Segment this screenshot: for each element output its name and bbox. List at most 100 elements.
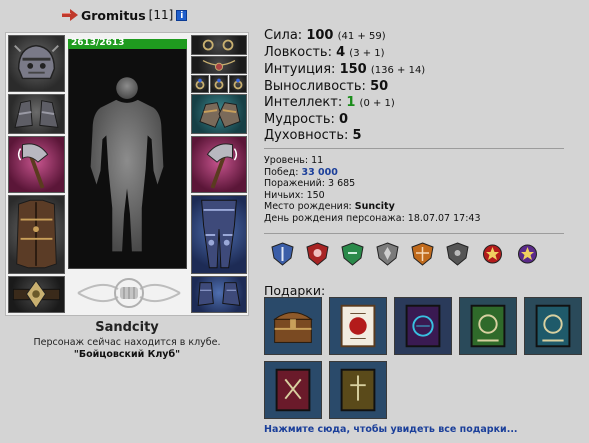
bracers-icon: [14, 100, 59, 128]
character-silhouette: [90, 77, 164, 252]
slot-boots[interactable]: [191, 276, 247, 313]
city-name: Sandcity: [95, 320, 159, 335]
stats-list: Сила: 100 (41 + 59) Ловкость: 4 (3 + 1) Ин…: [264, 28, 425, 144]
stat-value: 0: [339, 112, 349, 127]
slot-ring-1[interactable]: [191, 75, 209, 93]
info-wins-label: Побед:: [264, 166, 299, 178]
club-name: "Бойцовский Клуб": [73, 349, 181, 360]
shield-blue-icon[interactable]: [270, 242, 295, 266]
all-gifts-link[interactable]: Нажмите сюда, чтобы увидеть все подарки.…: [264, 424, 518, 435]
slot-armor[interactable]: [8, 195, 65, 274]
gift-book-white[interactable]: [329, 297, 387, 355]
slot-ring-2[interactable]: [210, 75, 228, 93]
stat-value: 100: [306, 28, 334, 43]
fist-emblem-icon: [77, 278, 181, 308]
book-teal-icon: [535, 304, 571, 348]
belt-icon: [12, 279, 61, 310]
gift-book-olive[interactable]: [329, 361, 387, 419]
slot-legs[interactable]: [191, 195, 247, 274]
shield-orange-icon[interactable]: [410, 242, 435, 266]
book-green-icon: [470, 304, 506, 348]
slot-bracers[interactable]: [8, 94, 65, 134]
club-emblem: [72, 273, 186, 313]
info-losses-value: 3 685: [328, 178, 356, 189]
gloves-icon: [199, 102, 241, 128]
info-level-value: 11: [311, 155, 324, 166]
stat-row: Выносливость: 50: [264, 79, 425, 95]
axe-icon: [206, 143, 238, 189]
stat-row: Сила: 100 (41 + 59): [264, 28, 425, 45]
info-birthday: День рождения персонажа: 18.07.07 17:43: [264, 213, 481, 225]
info-draws-value: 150: [306, 189, 325, 201]
info-birthplace-label: Место рождения:: [264, 201, 352, 212]
shield-red-icon[interactable]: [305, 242, 330, 266]
book-maroon-icon: [275, 368, 311, 412]
shield-dark-icon[interactable]: [445, 242, 470, 266]
stat-value: 50: [370, 79, 389, 94]
character-name[interactable]: Gromitus: [81, 8, 146, 23]
info-level-label: Уровень:: [264, 155, 309, 166]
shield-green-icon[interactable]: [340, 242, 365, 266]
info-losses: Поражений: 3 685: [264, 178, 481, 190]
character-header: Gromitus [11] i: [62, 6, 188, 24]
location-status: Персонаж сейчас находится в клубе.: [33, 337, 221, 348]
location-block: Sandcity Персонаж сейчас находится в клу…: [5, 320, 249, 360]
slot-earrings[interactable]: [191, 35, 247, 55]
amulet-icon: [202, 59, 236, 71]
book-purple-icon: [405, 304, 441, 348]
slot-weapon-right[interactable]: [191, 136, 247, 193]
slot-helmet[interactable]: [8, 35, 65, 92]
stat-detail: (41 + 59): [337, 31, 386, 42]
gifts-title: Подарки:: [264, 283, 326, 298]
gift-book-purple[interactable]: [394, 297, 452, 355]
character-avatar: [68, 39, 187, 269]
info-losses-label: Поражений:: [264, 178, 325, 189]
stat-detail: (0 + 1): [359, 98, 395, 109]
info-wins: Побед: 33 000: [264, 167, 481, 179]
shield-gray-icon[interactable]: [375, 242, 400, 266]
info-wins-value: 33 000: [301, 166, 338, 178]
stat-value: 1: [346, 95, 356, 110]
gift-book-green[interactable]: [459, 297, 517, 355]
medal-purple-icon[interactable]: [515, 242, 540, 266]
stat-label: Сила:: [264, 28, 303, 43]
character-equipment-panel: 2613/2613: [5, 32, 249, 316]
ring-icon: [233, 78, 243, 90]
chest-gift-icon: [273, 312, 313, 343]
slot-weapon-left[interactable]: [8, 136, 65, 193]
slot-ring-3[interactable]: [229, 75, 247, 93]
stat-label: Мудрость:: [264, 112, 335, 127]
gift-book-maroon[interactable]: [264, 361, 322, 419]
info-birthday-label: День рождения персонажа:: [264, 212, 405, 224]
stat-row: Интеллект: 1 (0 + 1): [264, 95, 425, 112]
book-white-icon: [340, 304, 376, 348]
stat-row: Духовность: 5: [264, 128, 425, 144]
character-level: [11]: [148, 8, 174, 22]
armor-icon: [16, 199, 57, 269]
info-draws-label: Ничьих:: [264, 189, 304, 201]
boots-icon: [197, 282, 241, 306]
helmet-icon: [14, 44, 59, 80]
arrow-right-icon[interactable]: [62, 9, 78, 21]
info-birthplace-value: Suncity: [354, 201, 395, 212]
gift-book-teal[interactable]: [524, 297, 582, 355]
slot-amulet[interactable]: [191, 56, 247, 74]
hp-text: 2613/2613: [71, 38, 125, 48]
slot-belt[interactable]: [8, 276, 65, 313]
gift-chest[interactable]: [264, 297, 322, 355]
earrings-icon: [202, 39, 234, 51]
stat-row: Ловкость: 4 (3 + 1): [264, 45, 425, 62]
book-olive-icon: [340, 368, 376, 412]
stat-detail: (3 + 1): [349, 48, 385, 59]
stat-detail: (136 + 14): [370, 65, 426, 76]
info-icon[interactable]: i: [176, 9, 188, 21]
stat-row: Мудрость: 0: [264, 112, 425, 128]
stat-label: Духовность:: [264, 128, 349, 143]
hp-bar: 2613/2613: [68, 38, 187, 49]
medal-red-icon[interactable]: [480, 242, 505, 266]
ring-icon: [214, 78, 224, 90]
slot-gloves[interactable]: [191, 94, 247, 134]
info-level: Уровень: 11: [264, 155, 481, 167]
leg-armor-icon: [201, 199, 237, 269]
axe-icon: [17, 143, 49, 189]
